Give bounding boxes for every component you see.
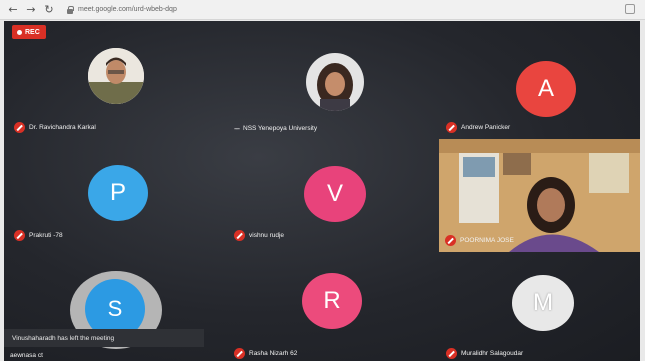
mic-off-icon [14, 122, 25, 133]
participant-avatar: R [302, 273, 362, 329]
forward-arrow-icon[interactable]: → [24, 3, 38, 17]
participant-name: vishnu rudje [249, 232, 285, 239]
url-text: meet.google.com/urd-wbeb-dqp [78, 6, 177, 13]
participant-tile[interactable]: A Andrew Panicker [440, 33, 640, 139]
participant-tile[interactable]: Dr. Ravichandra Karkal [8, 33, 208, 139]
mic-off-icon [445, 235, 456, 246]
participant-tile[interactable]: P Prakruti -78 [8, 141, 208, 247]
mic-off-icon [234, 230, 245, 241]
participant-name: NSS Yenepoya University [243, 125, 318, 132]
participant-name: Prakruti -78 [29, 232, 63, 239]
toast-text: Vinushaharadh has left the meeting [12, 334, 115, 342]
participant-name: POORNIMA JOSE [460, 237, 514, 244]
participant-name: Dr. Ravichandra Karkal [29, 124, 96, 131]
participant-avatar: A [516, 61, 576, 117]
self-name: aewnasa ct [10, 351, 43, 359]
participant-avatar: M [512, 275, 574, 331]
participant-tile[interactable]: V vishnu rudje [228, 141, 428, 247]
participant-tile[interactable]: M Muralidhr Salagoudar [440, 253, 640, 359]
participant-name: Andrew Panicker [461, 124, 511, 131]
address-bar[interactable]: meet.google.com/urd-wbeb-dqp [66, 4, 396, 16]
bottom-bar: aewnasa ct [4, 349, 640, 361]
window-icon[interactable] [625, 4, 635, 14]
notification-toast: Vinushaharadh has left the meeting [4, 329, 204, 347]
mic-off-icon [446, 122, 457, 133]
participant-tile[interactable]: --- NSS Yenepoya University [228, 33, 428, 139]
lock-icon [66, 5, 74, 14]
participant-photo [88, 48, 144, 104]
mic-off-icon [14, 230, 25, 241]
participant-photo [306, 53, 364, 111]
browser-toolbar: ← → ↻ meet.google.com/urd-wbeb-dqp [0, 0, 645, 20]
participant-tile[interactable]: R Rasha Nizarh 62 [228, 253, 428, 359]
meeting-grid: REC Dr. Ravichandra Karkal --- NSS Yenep… [4, 21, 640, 361]
participant-avatar: P [88, 165, 148, 221]
back-arrow-icon[interactable]: ← [6, 3, 20, 17]
participant-video-tile[interactable]: POORNIMA JOSE [439, 139, 640, 252]
participant-avatar: V [304, 166, 366, 222]
more-options-icon[interactable]: --- [234, 124, 240, 133]
reload-icon[interactable]: ↻ [42, 3, 56, 17]
